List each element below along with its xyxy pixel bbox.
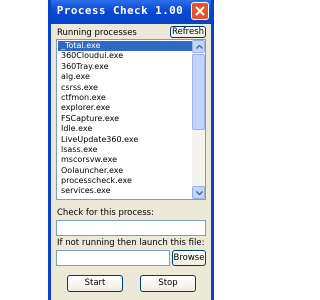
scroll-up-button[interactable] xyxy=(192,40,205,53)
process-list-item[interactable]: 360Cloudui.exe xyxy=(58,51,192,61)
start-button[interactable]: Start xyxy=(67,275,123,292)
launch-file-input[interactable] xyxy=(56,250,170,266)
process-list-item[interactable]: smss.exe xyxy=(58,197,192,199)
window-title: Process Check 1.00 xyxy=(56,4,184,17)
title-bar[interactable]: Process Check 1.00 xyxy=(51,0,211,24)
chevron-down-icon xyxy=(196,191,203,195)
process-list[interactable]: _Total.exe 360Cloudui.exe 360Tray.exe alg.e… xyxy=(56,39,206,200)
stop-button[interactable]: Stop xyxy=(140,275,196,292)
process-list-item[interactable]: explorer.exe xyxy=(58,103,192,113)
process-list-item[interactable]: csrss.exe xyxy=(58,83,192,93)
process-list-item[interactable]: services.exe xyxy=(58,186,192,196)
process-list-item[interactable]: Oolauncher.exe xyxy=(58,166,192,176)
process-list-item[interactable]: LiveUpdate360.exe xyxy=(58,135,192,145)
process-list-items: _Total.exe 360Cloudui.exe 360Tray.exe alg.e… xyxy=(58,41,192,199)
list-scrollbar[interactable] xyxy=(192,40,205,199)
process-list-item[interactable]: processcheck.exe xyxy=(58,176,192,186)
chevron-up-icon xyxy=(196,45,203,49)
launch-file-label: If not running then launch this file: xyxy=(57,238,205,248)
process-list-item[interactable]: ctfmon.exe xyxy=(58,93,192,103)
close-icon xyxy=(195,6,205,16)
app-window: Process Check 1.00 Running processes Ref… xyxy=(48,0,214,300)
check-process-label: Check for this process: xyxy=(57,208,154,218)
refresh-button[interactable]: Refresh xyxy=(170,26,206,38)
process-list-item[interactable]: Idle.exe xyxy=(58,124,192,134)
running-processes-label: Running processes xyxy=(57,28,137,38)
process-list-item[interactable]: 360Tray.exe xyxy=(58,62,192,72)
process-list-item[interactable]: lsass.exe xyxy=(58,145,192,155)
process-list-item[interactable]: FSCapture.exe xyxy=(58,114,192,124)
scroll-thumb[interactable] xyxy=(192,54,205,130)
check-process-input[interactable] xyxy=(56,220,206,236)
process-list-item[interactable]: mscorsvw.exe xyxy=(58,155,192,165)
process-list-item[interactable]: _Total.exe xyxy=(58,41,192,52)
browse-button[interactable]: Browse xyxy=(172,250,206,266)
scroll-down-button[interactable] xyxy=(192,186,205,199)
process-list-item[interactable]: alg.exe xyxy=(58,72,192,82)
close-button[interactable] xyxy=(191,2,209,20)
